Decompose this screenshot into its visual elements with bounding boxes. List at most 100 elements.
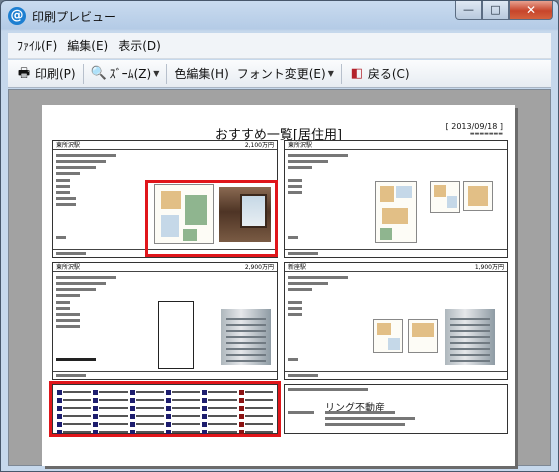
back-button[interactable]: ◧ 戻る(C)	[345, 63, 414, 85]
card-footer	[285, 371, 507, 379]
card-header: 東所沢駅 2,900万円	[53, 263, 277, 272]
text-line	[56, 282, 106, 285]
back-book-icon: ◧	[350, 65, 363, 81]
text-line	[288, 307, 302, 310]
card-price: 2,900万円	[244, 264, 274, 271]
preview-page: おすすめ一覧[居住用] [ 2013/09/18 ] ▬▬▬▬▬▬▬ 東所沢駅 …	[42, 105, 515, 466]
floor-plan-image	[408, 319, 438, 353]
minimize-button[interactable]: —	[455, 1, 482, 20]
toolbar-separator	[340, 63, 342, 84]
text-line	[56, 319, 80, 322]
font-change-button[interactable]: フォント変更(E) ▼	[233, 63, 338, 85]
text-line	[288, 301, 302, 304]
text-line	[288, 388, 368, 391]
text-line	[56, 197, 76, 200]
text-line	[56, 160, 106, 163]
text-line	[56, 179, 70, 182]
print-preview-window: @ 印刷プレビュー — □ ✕ ﾌｧｲﾙ(F) 編集(E) 表示(D) 🖶 印刷…	[0, 0, 559, 472]
highlight-box	[49, 381, 281, 437]
text-line	[56, 294, 80, 297]
agent-info: リング不動産	[284, 384, 508, 434]
toolbar-separator	[82, 63, 84, 84]
floor-plan-image	[373, 319, 403, 353]
menu-view[interactable]: 表示(D)	[113, 37, 166, 54]
text-line	[288, 358, 298, 361]
card-price: 1,900万円	[474, 264, 504, 271]
text-line	[56, 313, 80, 316]
toolbar-separator	[166, 63, 168, 84]
property-card: 新座駅 1,900万円	[284, 262, 508, 380]
card-area: 東所沢駅	[56, 264, 81, 271]
menu-edit[interactable]: 編集(E)	[62, 37, 113, 54]
app-icon: @	[8, 7, 26, 25]
card-area: 東所沢駅	[288, 142, 313, 149]
text-line	[56, 191, 70, 194]
icon-row	[56, 358, 96, 361]
close-button[interactable]: ✕	[509, 1, 553, 20]
color-edit-button[interactable]: 色編集(H)	[170, 63, 232, 85]
card-footer	[53, 371, 277, 379]
chevron-down-icon[interactable]: ▼	[328, 69, 334, 78]
back-label: 戻る(C)	[367, 67, 410, 81]
card-area: 東所沢駅	[56, 142, 81, 149]
preview-area[interactable]: おすすめ一覧[居住用] [ 2013/09/18 ] ▬▬▬▬▬▬▬ 東所沢駅 …	[8, 89, 551, 466]
text-line	[288, 411, 314, 414]
text-line	[56, 154, 116, 157]
floor-plan-image	[430, 181, 460, 213]
text-line	[56, 236, 66, 239]
menu-bar: ﾌｧｲﾙ(F) 編集(E) 表示(D)	[8, 33, 551, 59]
font-change-label: フォント変更(E)	[236, 67, 326, 81]
text-line	[56, 203, 76, 206]
print-button[interactable]: 🖶 印刷(P)	[12, 63, 80, 85]
text-line	[325, 423, 405, 426]
text-line	[56, 325, 80, 328]
toolbar: 🖶 印刷(P) 🔍 ｽﾞｰﾑ(Z) ▼ 色編集(H) フォント変更(E) ▼ ◧…	[8, 60, 551, 88]
window-controls: — □ ✕	[455, 1, 553, 21]
text-line	[56, 172, 80, 175]
text-line	[325, 411, 395, 414]
window-title: 印刷プレビュー	[32, 10, 117, 24]
text-line	[288, 154, 348, 157]
property-card: 東所沢駅	[284, 140, 508, 258]
property-card: 東所沢駅 2,900万円	[52, 262, 278, 380]
text-line	[288, 191, 302, 194]
text-line	[288, 166, 312, 169]
print-label: 印刷(P)	[35, 67, 76, 81]
menu-file[interactable]: ﾌｧｲﾙ(F)	[12, 37, 62, 54]
text-line	[288, 276, 348, 279]
card-header: 東所沢駅 2,100万円	[53, 141, 277, 150]
text-line	[288, 236, 298, 239]
floor-plan-image	[375, 181, 417, 243]
color-edit-label: 色編集(H)	[174, 67, 229, 81]
text-line	[56, 276, 116, 279]
text-line	[56, 185, 70, 188]
maximize-button[interactable]: □	[482, 1, 509, 20]
highlight-box	[145, 180, 278, 257]
text-line	[288, 288, 312, 291]
card-header: 東所沢駅	[285, 141, 507, 150]
card-area: 新座駅	[288, 264, 307, 271]
zoom-button[interactable]: 🔍 ｽﾞｰﾑ(Z) ▼	[87, 63, 164, 85]
floor-plan-image	[463, 181, 493, 211]
card-footer	[285, 249, 507, 257]
text-line	[288, 313, 302, 316]
text-line	[288, 185, 302, 188]
text-line	[325, 417, 415, 420]
chevron-down-icon[interactable]: ▼	[153, 69, 159, 78]
text-line	[56, 307, 70, 310]
text-line	[56, 301, 70, 304]
card-header: 新座駅 1,900万円	[285, 263, 507, 272]
printer-icon: 🖶	[17, 65, 31, 81]
text-line	[56, 166, 96, 169]
text-line	[288, 282, 328, 285]
zoom-label: ｽﾞｰﾑ(Z)	[109, 67, 152, 81]
building-photo	[445, 309, 495, 365]
title-bar[interactable]: @ 印刷プレビュー — □ ✕	[1, 1, 558, 31]
text-line	[288, 160, 328, 163]
card-price: 2,100万円	[244, 142, 274, 149]
text-line	[56, 288, 96, 291]
page-date-sub: ▬▬▬▬▬▬▬	[469, 131, 503, 137]
page-date: [ 2013/09/18 ]	[445, 122, 503, 131]
magnifier-icon: 🔍	[90, 65, 107, 81]
text-line	[288, 179, 302, 182]
